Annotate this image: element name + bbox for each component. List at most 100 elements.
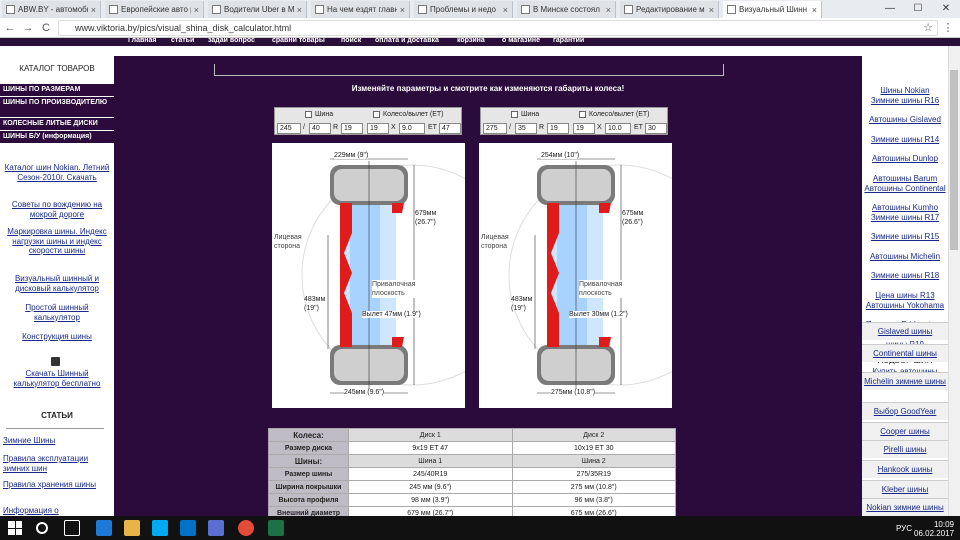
disk-checkbox[interactable] <box>579 111 586 118</box>
top-menu-item[interactable]: сравни товары <box>272 38 325 44</box>
right-link[interactable]: Цена шины R13 <box>862 291 948 301</box>
article-info[interactable]: Информация о <box>3 506 111 516</box>
explorer-icon[interactable] <box>124 520 140 536</box>
link-visual-calc[interactable]: Визуальный шинный и дисковый калькулятор <box>3 274 111 293</box>
top-menu-item[interactable]: задай вопрос <box>208 38 255 44</box>
start-icon[interactable] <box>8 521 22 535</box>
disk-width-select[interactable]: 9.0 <box>399 123 425 134</box>
link-wet-road[interactable]: Советы по вождению на мокрой дороге <box>3 200 111 219</box>
clock-date[interactable]: 06.02.2017 <box>914 529 954 538</box>
browser-tab[interactable]: На чем ездят главн × <box>311 1 410 18</box>
close-window-button[interactable]: ✕ <box>932 0 960 18</box>
skype-icon[interactable] <box>152 520 168 536</box>
search-icon[interactable] <box>36 522 48 534</box>
language-indicator[interactable]: РУС <box>890 524 912 533</box>
brand-link-box[interactable]: Pirelli шины <box>862 440 948 458</box>
browser-tab[interactable]: Проблемы и недо × <box>414 1 513 18</box>
browser-tab[interactable]: Редактирование м × <box>620 1 719 18</box>
top-menu-item[interactable]: статьи <box>171 38 194 44</box>
chrome-icon[interactable] <box>238 520 254 536</box>
top-menu-item[interactable]: о магазине <box>502 38 540 44</box>
top-menu-item[interactable]: гарантии <box>553 38 584 44</box>
brand-link-box[interactable]: Kleber шины <box>862 480 948 498</box>
tire-profile-select[interactable]: 40 <box>309 123 331 134</box>
article-storage[interactable]: Правила хранения шины <box>3 480 111 490</box>
link-simple-calc[interactable]: Простой шинный калькулятор <box>3 303 111 322</box>
tire-checkbox[interactable] <box>305 111 312 118</box>
disk-width-select[interactable]: 10.0 <box>605 123 631 134</box>
minimize-button[interactable]: — <box>876 0 904 18</box>
right-link[interactable]: Автошины Michelin <box>862 252 948 262</box>
tab-close-icon[interactable]: × <box>91 5 96 15</box>
tire-rim-select[interactable]: 19 <box>341 123 363 134</box>
brand-link-box[interactable]: Michelin зимние шины <box>862 372 948 390</box>
link-download-calc[interactable]: Скачать Шинный калькулятор бесплатно <box>3 369 111 388</box>
article-winter[interactable]: Зимние Шины <box>3 436 111 446</box>
tab-close-icon[interactable]: × <box>606 5 611 15</box>
url-input[interactable]: www.viktoria.by/pics/visual_shina_disk_c… <box>58 20 938 36</box>
brand-link-box[interactable]: Continental шины <box>862 344 948 362</box>
tab-close-icon[interactable]: × <box>503 5 508 15</box>
top-menu-item[interactable]: Главная <box>128 38 156 44</box>
brand-link-box[interactable]: Hankook шины <box>862 460 948 478</box>
link-nokian-catalog[interactable]: Каталог шин Nokian. Летний Сезон-2010г. … <box>3 163 111 182</box>
tab-close-icon[interactable]: × <box>709 5 714 15</box>
disk-rim-select[interactable]: 19 <box>367 123 389 134</box>
tab-close-icon[interactable]: × <box>297 5 302 15</box>
tire-width-select[interactable]: 245 <box>277 123 301 134</box>
browser-tab[interactable]: Европейские авто р × <box>105 1 204 18</box>
menu-icon[interactable]: ⋮ <box>940 20 956 36</box>
category-by-size[interactable]: ШИНЫ ПО РАЗМЕРАМ <box>0 84 114 96</box>
tire-rim-select[interactable]: 19 <box>547 123 569 134</box>
right-link[interactable]: Зимние шины R15 <box>862 232 948 242</box>
excel-icon[interactable] <box>268 520 284 536</box>
category-used[interactable]: ШИНЫ Б/У (информация) <box>0 131 114 143</box>
right-link[interactable]: Автошины Gislaved <box>862 115 948 125</box>
right-link[interactable]: Зимние шины R14 <box>862 135 948 145</box>
app-icon[interactable] <box>208 520 224 536</box>
disk-checkbox[interactable] <box>373 111 380 118</box>
top-menu-item[interactable]: корзина <box>457 38 485 44</box>
disk-et-select[interactable]: 47 <box>439 123 461 134</box>
right-link[interactable]: Автошины Kumho <box>862 203 948 213</box>
tab-close-icon[interactable]: × <box>400 5 405 15</box>
scrollbar-thumb[interactable] <box>950 70 958 250</box>
brand-link-box[interactable]: Выбор GoodYear <box>862 402 948 420</box>
link-tire-marking[interactable]: Маркировка шины. Индекс нагрузки шины и … <box>3 227 111 256</box>
disk-et-select[interactable]: 30 <box>645 123 667 134</box>
clock-time[interactable]: 10:09 <box>914 520 954 529</box>
maximize-button[interactable]: ☐ <box>904 0 932 18</box>
link-tire-construction[interactable]: Конструкция шины <box>3 332 111 342</box>
right-link[interactable]: Автошины Dunlop <box>862 154 948 164</box>
category-by-maker[interactable]: ШИНЫ ПО ПРОИЗВОДИТЕЛЮ <box>0 97 114 117</box>
right-link[interactable]: Автошины Yokohama <box>862 301 948 311</box>
task-view-icon[interactable] <box>64 520 80 536</box>
bookmark-star-icon[interactable]: ☆ <box>920 20 936 36</box>
right-link[interactable]: Зимние шины R16 <box>862 96 948 106</box>
browser-tab[interactable]: Визуальный Шинн × <box>723 1 822 18</box>
top-menu-item[interactable]: оплата и доставка <box>375 38 439 44</box>
brand-link-box[interactable]: Gislaved шины <box>862 322 948 340</box>
back-icon[interactable]: ← <box>2 20 18 36</box>
right-link[interactable]: Зимние шины R17 <box>862 213 948 223</box>
right-link[interactable]: Зимние шины R18 <box>862 271 948 281</box>
category-disks[interactable]: КОЛЕСНЫЕ ЛИТЫЕ ДИСКИ <box>0 118 114 130</box>
reload-icon[interactable]: C <box>38 20 54 36</box>
browser-tab[interactable]: ABW.BY - автомоби × <box>2 1 101 18</box>
right-link[interactable]: Автошины Barum <box>862 174 948 184</box>
brand-link-box[interactable]: Nokian зимние шины <box>862 498 948 516</box>
browser-tab[interactable]: В Минске состоял × <box>517 1 616 18</box>
right-link[interactable]: Автошины Continental <box>862 184 948 194</box>
disk-rim-select[interactable]: 19 <box>573 123 595 134</box>
tab-close-icon[interactable]: × <box>194 5 199 15</box>
right-link[interactable]: Шины Nokian <box>862 86 948 96</box>
brand-link-box[interactable]: Cooper шины <box>862 422 948 440</box>
browser-tab[interactable]: Водители Uber в М × <box>208 1 307 18</box>
tab-close-icon[interactable]: × <box>812 5 817 15</box>
top-menu-item[interactable]: поиск <box>341 38 361 44</box>
edge-icon[interactable] <box>96 520 112 536</box>
outlook-icon[interactable] <box>180 520 196 536</box>
tire-checkbox[interactable] <box>511 111 518 118</box>
tire-profile-select[interactable]: 35 <box>515 123 537 134</box>
tire-width-select[interactable]: 275 <box>483 123 507 134</box>
